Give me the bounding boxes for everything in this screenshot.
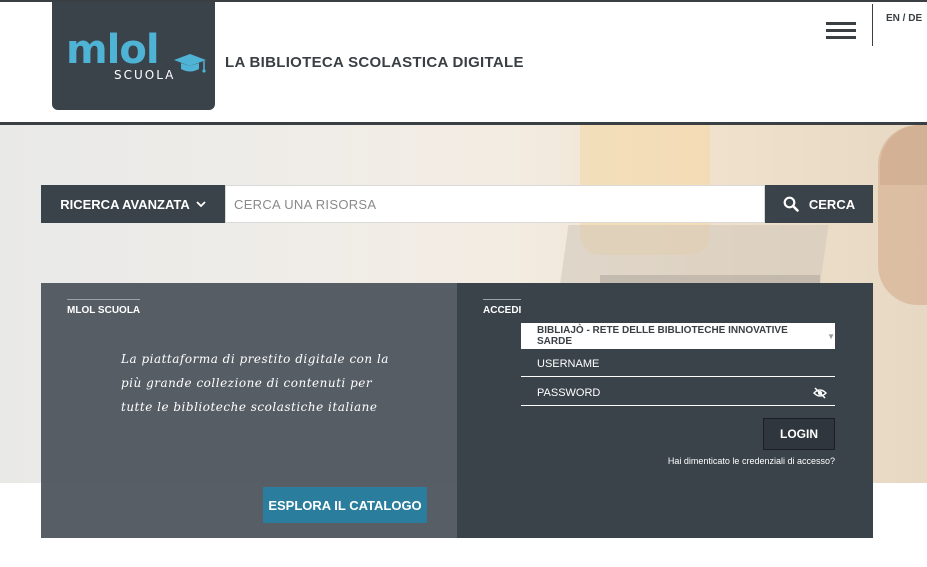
login-button[interactable]: LOGIN bbox=[763, 418, 835, 450]
site-header: mlol SCUOLA LA BIBLIOTECA SCOLASTICA DIG… bbox=[0, 0, 927, 125]
search-button[interactable]: CERCA bbox=[765, 185, 873, 223]
search-button-label: CERCA bbox=[808, 196, 856, 212]
password-field[interactable]: PASSWORD bbox=[521, 380, 835, 406]
password-placeholder: PASSWORD bbox=[537, 386, 601, 399]
site-tagline: LA BIBLIOTECA SCOLASTICA DIGITALE bbox=[225, 54, 524, 71]
language-switcher[interactable]: EN / DE bbox=[886, 13, 922, 24]
advanced-search-button[interactable]: RICERCA AVANZATA bbox=[41, 185, 225, 223]
login-panel: ACCEDI BIBLIAJÒ - RETE DELLE BIBLIOTECHE… bbox=[457, 283, 873, 538]
eye-slash-icon[interactable] bbox=[813, 386, 827, 400]
search-icon bbox=[783, 196, 799, 212]
graduation-cap-icon bbox=[174, 54, 206, 73]
hamburger-menu-icon[interactable] bbox=[826, 22, 856, 40]
chevron-down-icon bbox=[196, 201, 206, 208]
library-select[interactable]: BIBLIAJÒ - RETE DELLE BIBLIOTECHE INNOVA… bbox=[521, 323, 835, 349]
hero-person bbox=[878, 125, 927, 305]
search-input[interactable]: CERCA UNA RISORSA bbox=[225, 185, 765, 223]
login-panel-title: ACCEDI bbox=[483, 299, 522, 316]
caret-down-icon: ▼ bbox=[827, 331, 835, 341]
about-description: La piattaforma di prestito digitale con … bbox=[121, 352, 389, 414]
logo-subtitle: SCUOLA bbox=[114, 68, 176, 82]
search-bar: RICERCA AVANZATA CERCA UNA RISORSA CERCA bbox=[41, 185, 873, 223]
explore-catalog-button[interactable]: ESPLORA IL CATALOGO bbox=[263, 487, 427, 523]
about-panel-title: MLOL SCUOLA bbox=[67, 299, 141, 316]
language-divider bbox=[872, 4, 873, 46]
library-select-value: BIBLIAJÒ - RETE DELLE BIBLIOTECHE INNOVA… bbox=[537, 325, 788, 347]
about-panel: MLOL SCUOLA La piattaforma di prestito d… bbox=[41, 283, 457, 538]
mlol-scuola-logo[interactable]: mlol SCUOLA bbox=[52, 2, 215, 110]
forgot-credentials-link[interactable]: Hai dimenticato le credenziali di access… bbox=[653, 456, 835, 466]
username-field[interactable]: USERNAME bbox=[521, 351, 835, 377]
logo-text: mlol bbox=[66, 27, 160, 73]
advanced-search-label: RICERCA AVANZATA bbox=[60, 196, 190, 212]
username-placeholder: USERNAME bbox=[537, 357, 600, 370]
